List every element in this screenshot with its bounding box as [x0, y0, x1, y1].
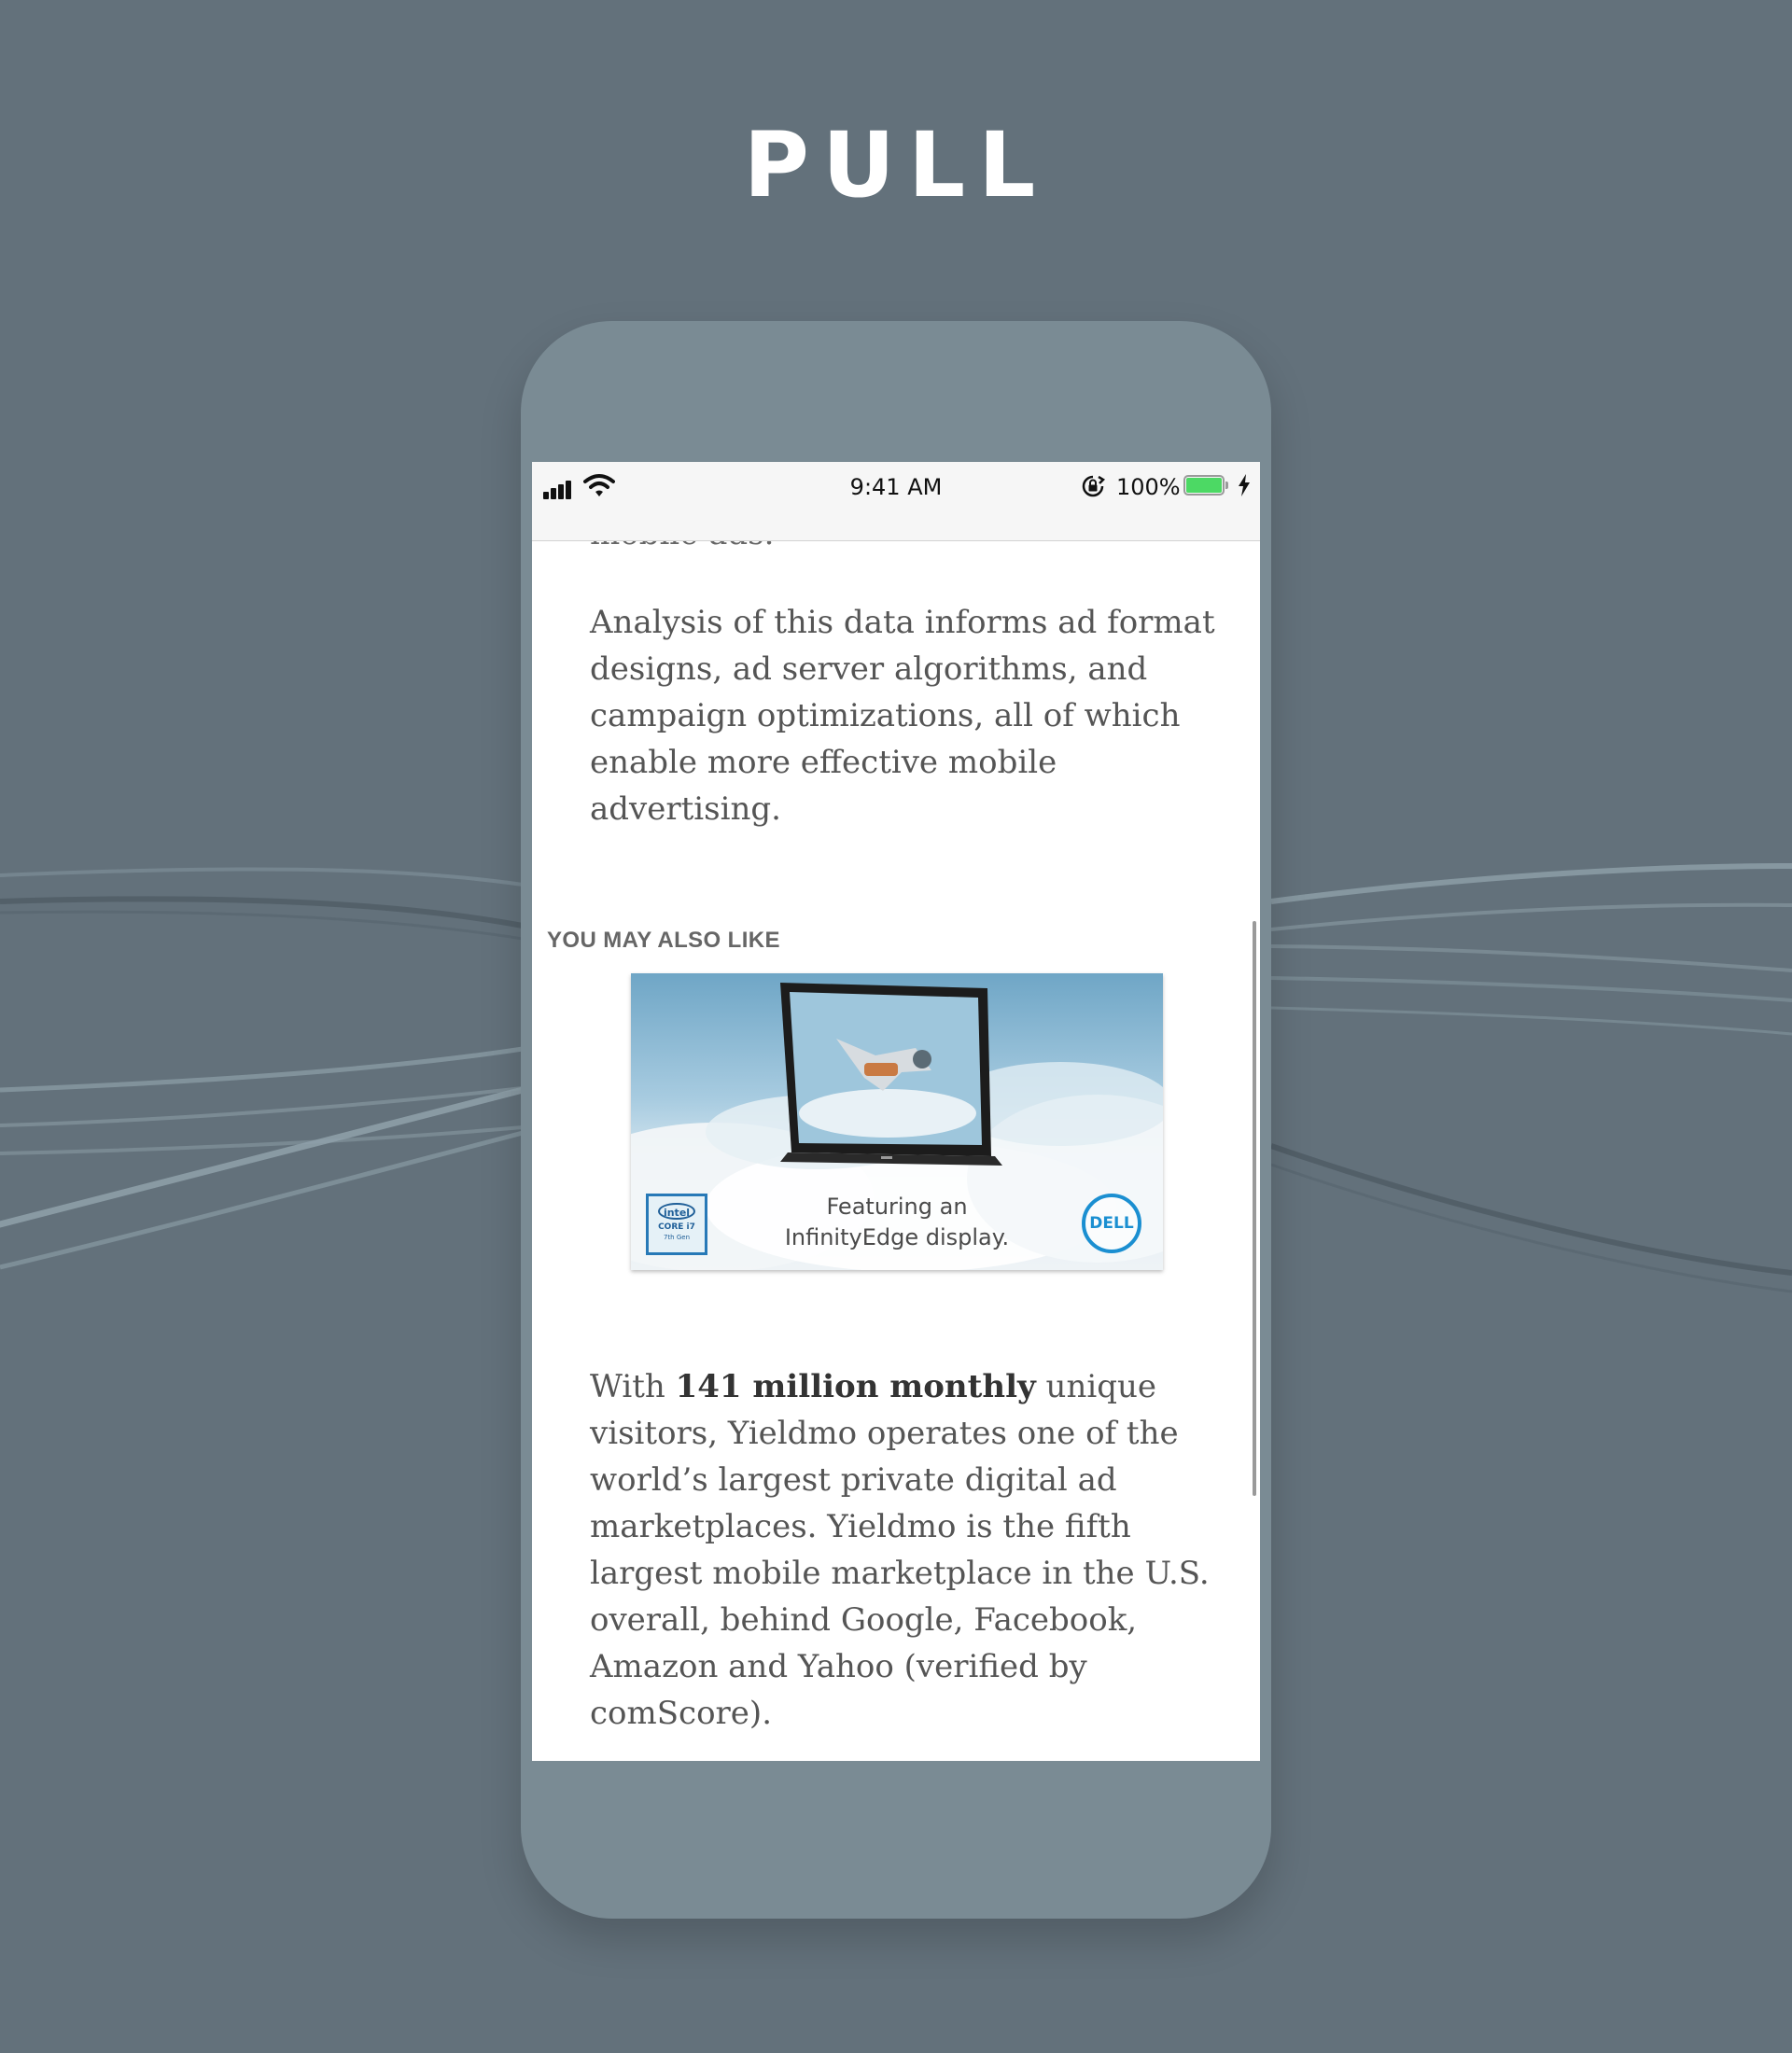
paragraph-bold-stat: 141 million monthly	[675, 1368, 1036, 1405]
battery-icon	[1183, 475, 1232, 499]
paragraph-text: With	[590, 1368, 676, 1405]
charging-bolt-icon	[1239, 474, 1250, 496]
status-bar: 9:41 AM 100%	[532, 462, 1260, 541]
intel-logo-icon: intel	[658, 1203, 695, 1220]
paragraph-text: unique visitors, Yieldmo operates one of…	[590, 1368, 1210, 1732]
battery-level-fill	[1186, 478, 1222, 493]
intel-core-label: CORE i7	[658, 1222, 695, 1232]
intel-gen-label: 7th Gen	[663, 1234, 691, 1241]
ad-caption: Featuring an InfinityEdge display.	[771, 1192, 1023, 1253]
scrollbar[interactable]	[1253, 921, 1256, 1496]
dell-ad-banner[interactable]: intel CORE i7 7th Gen Featuring an Infin…	[631, 973, 1163, 1270]
article-paragraph: Analysis of this data informs ad format …	[590, 604, 1215, 828]
dell-logo-icon: DELL	[1082, 1194, 1141, 1253]
orientation-lock-icon	[1082, 475, 1105, 497]
article-paragraph: With 141 million monthly unique visitors…	[590, 1363, 1243, 1737]
ad-caption-line: InfinityEdge display.	[784, 1224, 1010, 1250]
you-may-also-like-heading: YOU MAY ALSO LIKE	[547, 928, 780, 953]
phone-screen[interactable]: 9:41 AM 100% mobile ads. Analysis of thi…	[532, 462, 1260, 1761]
battery-percent: 100%	[1116, 474, 1181, 500]
ad-caption-line: Featuring an	[826, 1194, 968, 1220]
intel-core-i7-badge: intel CORE i7 7th Gen	[646, 1194, 707, 1255]
laptop-icon	[780, 983, 1002, 1166]
page-title: PULL	[743, 113, 1049, 217]
